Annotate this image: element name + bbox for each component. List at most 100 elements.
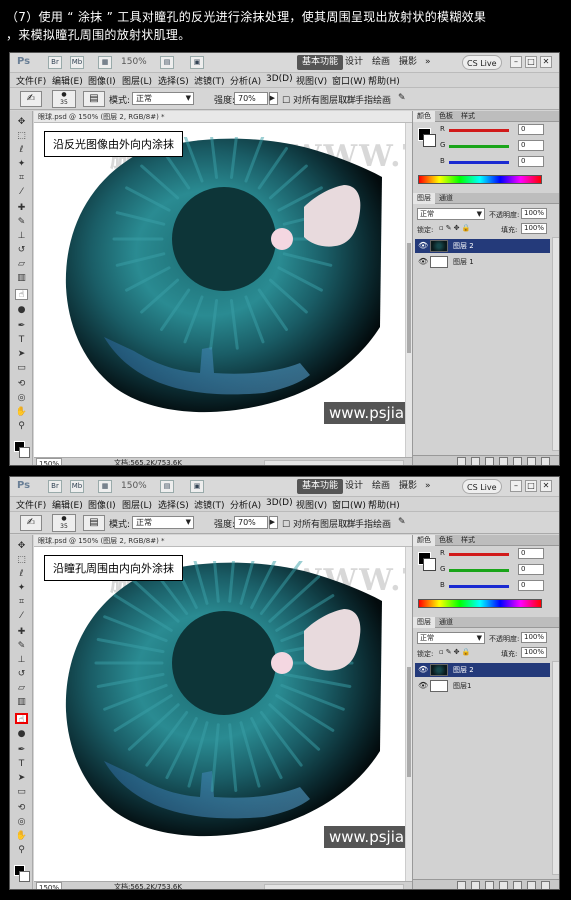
workspace-essentials[interactable]: 基本功能: [297, 55, 344, 70]
layer-name[interactable]: 图层 1: [453, 255, 474, 269]
fill-input[interactable]: 100%: [521, 223, 547, 234]
layer-row-1[interactable]: 👁 图层1: [415, 679, 550, 693]
zoom-level[interactable]: 150%: [121, 481, 147, 491]
screen-mode-button[interactable]: ▣: [190, 480, 204, 493]
finger-painting-checkbox[interactable]: ☐ 手指绘画: [344, 517, 391, 530]
tab-layers[interactable]: 图层: [413, 617, 435, 628]
screen-mode-button[interactable]: ▣: [190, 56, 204, 69]
vertical-scrollbar[interactable]: [405, 547, 412, 881]
tab-color[interactable]: 颜色: [413, 111, 435, 122]
path-selection-tool-icon[interactable]: ➤: [15, 773, 28, 784]
visibility-eye-icon[interactable]: 👁: [418, 663, 428, 677]
close-button[interactable]: ✕: [540, 480, 552, 492]
background-color-swatch[interactable]: [19, 447, 30, 458]
new-group-icon[interactable]: [513, 457, 522, 465]
brush-tool-icon[interactable]: ✎: [15, 217, 28, 228]
new-layer-icon[interactable]: [527, 881, 536, 889]
healing-brush-tool-icon[interactable]: ✚: [15, 627, 28, 638]
mini-bridge-button[interactable]: Mb: [70, 56, 84, 69]
crop-tool-icon[interactable]: ⌗: [15, 173, 28, 184]
close-button[interactable]: ✕: [540, 56, 552, 68]
tab-layers[interactable]: 图层: [413, 193, 435, 204]
channel-r-value[interactable]: 0: [518, 124, 544, 135]
marquee-tool-icon[interactable]: ⬚: [15, 555, 28, 566]
eraser-tool-icon[interactable]: ▱: [15, 259, 28, 270]
channel-b-slider[interactable]: [449, 585, 509, 588]
link-layers-icon[interactable]: [457, 457, 466, 465]
tool-preset-picker[interactable]: ✍: [20, 515, 42, 531]
menu-filter[interactable]: 滤镜(T): [194, 74, 225, 87]
lasso-tool-icon[interactable]: ℓ: [15, 569, 28, 580]
status-zoom[interactable]: 150%: [36, 458, 63, 465]
brush-tool-icon[interactable]: ✎: [15, 641, 28, 652]
document-size[interactable]: 文档:565.2K/753.6K: [114, 458, 182, 465]
pen-pressure-button[interactable]: ✎: [398, 93, 406, 103]
mode-select[interactable]: 正常 ▼: [132, 516, 194, 529]
layer-mask-icon[interactable]: [485, 881, 494, 889]
link-layers-icon[interactable]: [457, 881, 466, 889]
background-color-swatch[interactable]: [19, 871, 30, 882]
channel-b-value[interactable]: 0: [518, 580, 544, 591]
menu-help[interactable]: 帮助(H): [368, 74, 400, 87]
workspace-painting[interactable]: 绘画: [367, 479, 395, 494]
dodge-tool-icon[interactable]: ●: [15, 729, 28, 740]
hand-tool-icon[interactable]: ✋: [15, 831, 28, 842]
color-spectrum[interactable]: [418, 599, 542, 608]
type-tool-icon[interactable]: T: [15, 335, 28, 346]
healing-brush-tool-icon[interactable]: ✚: [15, 203, 28, 214]
tab-channels[interactable]: 通道: [435, 193, 457, 204]
3d-rotate-tool-icon[interactable]: ⟲: [15, 803, 28, 814]
move-tool-icon[interactable]: ✥: [15, 117, 28, 128]
vertical-scrollbar[interactable]: [405, 123, 412, 457]
marquee-tool-icon[interactable]: ⬚: [15, 131, 28, 142]
lock-icons[interactable]: ▫✎✥🔒: [439, 224, 472, 232]
layer-row-2[interactable]: 👁 图层 2: [415, 239, 550, 253]
new-group-icon[interactable]: [513, 881, 522, 889]
menu-layer[interactable]: 图层(L): [122, 74, 152, 87]
view-extras-button[interactable]: ▦: [98, 56, 112, 69]
path-selection-tool-icon[interactable]: ➤: [15, 349, 28, 360]
workspace-design[interactable]: 设计: [340, 479, 368, 494]
minimize-button[interactable]: –: [510, 56, 522, 68]
zoom-tool-icon[interactable]: ⚲: [15, 421, 28, 432]
menu-3d[interactable]: 3D(D): [266, 74, 293, 84]
clone-stamp-tool-icon[interactable]: ⊥: [15, 231, 28, 242]
move-tool-icon[interactable]: ✥: [15, 541, 28, 552]
finger-painting-checkbox[interactable]: ☐ 手指绘画: [344, 93, 391, 106]
menu-edit[interactable]: 编辑(E): [52, 74, 83, 87]
dodge-tool-icon[interactable]: ●: [15, 305, 28, 316]
layers-scrollbar[interactable]: [552, 237, 559, 451]
layer-row-1[interactable]: 👁 图层 1: [415, 255, 550, 269]
eraser-tool-icon[interactable]: ▱: [15, 683, 28, 694]
layers-scrollbar[interactable]: [552, 661, 559, 875]
3d-orbit-tool-icon[interactable]: ◎: [15, 393, 28, 404]
menu-image[interactable]: 图像(I): [88, 498, 116, 511]
workspace-more[interactable]: »: [420, 55, 436, 70]
workspace-painting[interactable]: 绘画: [367, 55, 395, 70]
3d-rotate-tool-icon[interactable]: ⟲: [15, 379, 28, 390]
view-extras-button[interactable]: ▦: [98, 480, 112, 493]
maximize-button[interactable]: □: [525, 56, 537, 68]
quick-selection-tool-icon[interactable]: ✦: [15, 159, 28, 170]
color-spectrum[interactable]: [418, 175, 542, 184]
tab-styles[interactable]: 样式: [457, 111, 479, 122]
menu-analysis[interactable]: 分析(A): [230, 498, 261, 511]
3d-orbit-tool-icon[interactable]: ◎: [15, 817, 28, 828]
history-brush-tool-icon[interactable]: ↺: [15, 245, 28, 256]
layer-name[interactable]: 图层1: [453, 679, 471, 693]
menu-filter[interactable]: 滤镜(T): [194, 498, 225, 511]
shape-tool-icon[interactable]: ▭: [15, 787, 28, 798]
tool-preset-picker[interactable]: ✍: [20, 91, 42, 107]
crop-tool-icon[interactable]: ⌗: [15, 597, 28, 608]
smudge-tool-icon[interactable]: ☝: [15, 713, 28, 725]
blend-mode-select[interactable]: 正常 ▼: [417, 208, 485, 220]
menu-window[interactable]: 窗口(W): [332, 74, 366, 87]
menu-view[interactable]: 视图(V): [296, 498, 327, 511]
tab-swatches[interactable]: 色板: [435, 535, 457, 546]
tab-styles[interactable]: 样式: [457, 535, 479, 546]
brush-preset-picker[interactable]: ● 35: [52, 90, 76, 108]
adjustment-layer-icon[interactable]: [499, 457, 508, 465]
history-brush-tool-icon[interactable]: ↺: [15, 669, 28, 680]
layer-style-icon[interactable]: [471, 457, 480, 465]
layer-mask-icon[interactable]: [485, 457, 494, 465]
